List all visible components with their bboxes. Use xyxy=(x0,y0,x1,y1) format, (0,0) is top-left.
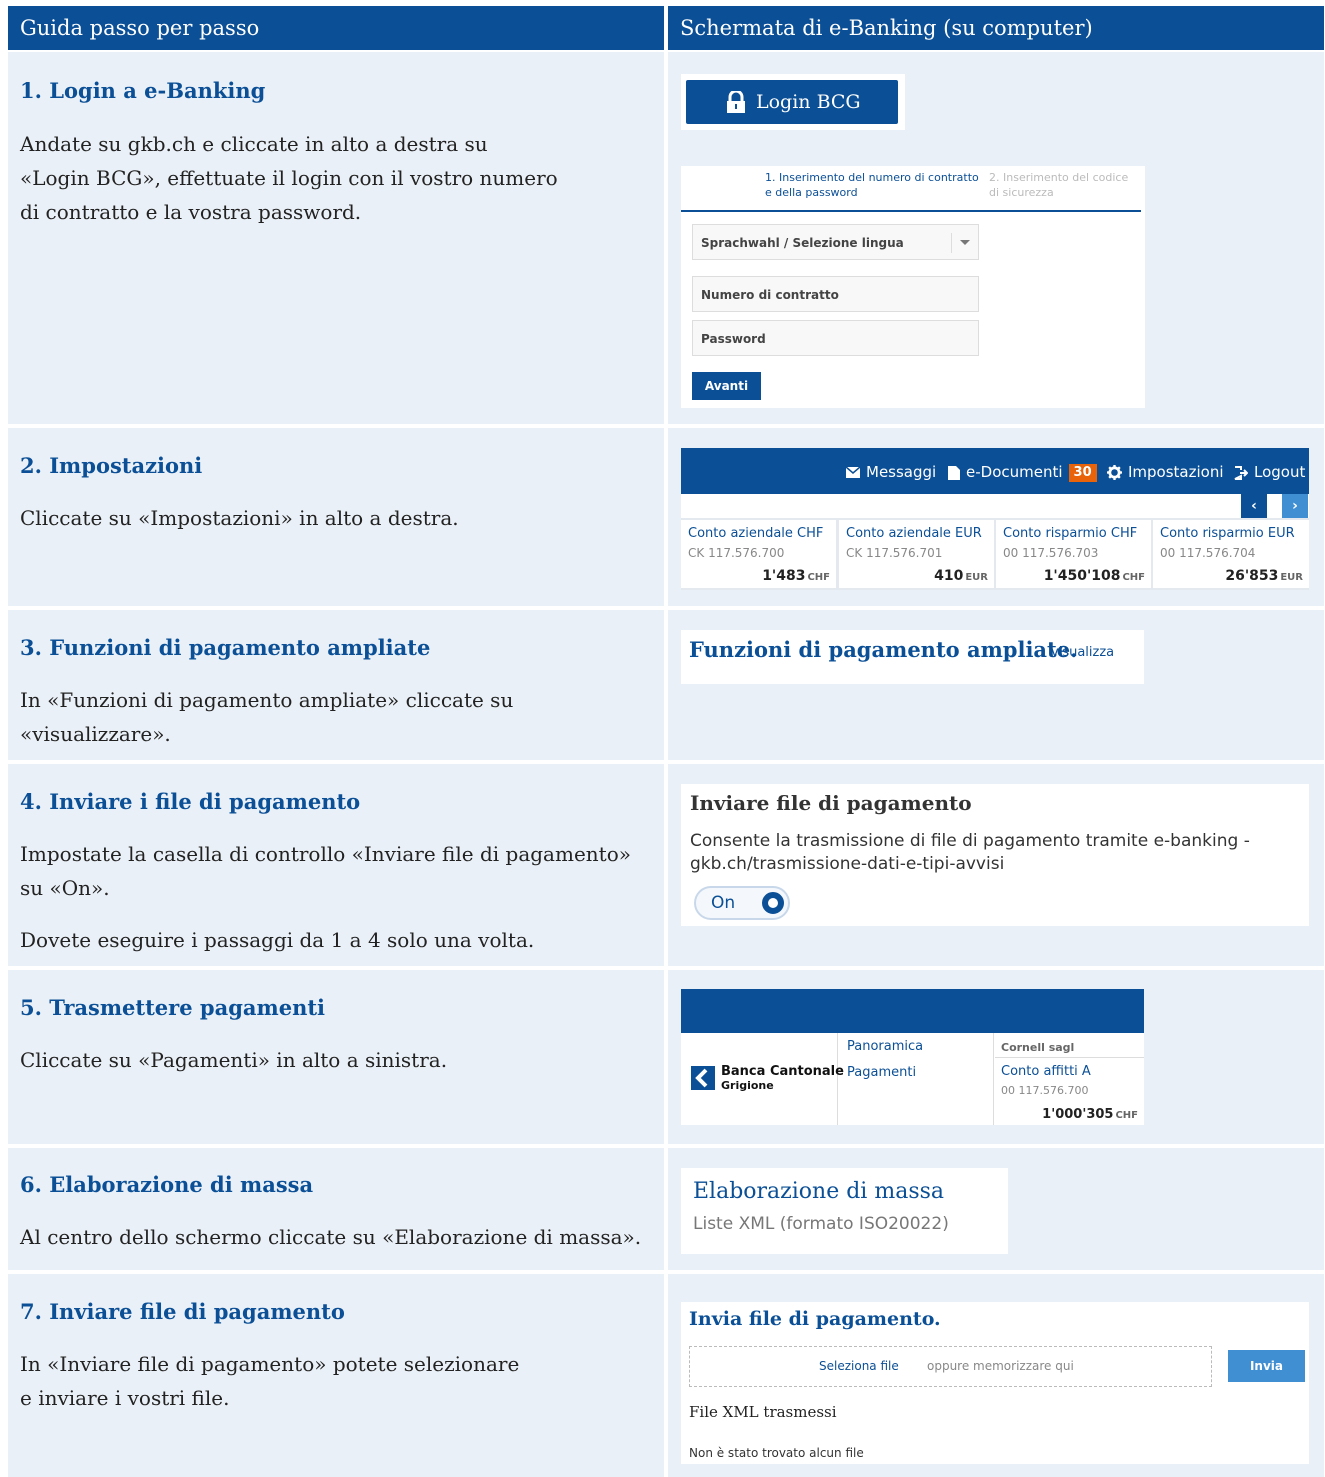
step-row-4: 4. Inviare i file di pagamento Impostate… xyxy=(8,764,1324,966)
step-screen-cell: Login BCG 1. Inserimento del numero di c… xyxy=(668,52,1324,424)
account-card[interactable]: Conto aziendale EUR CK 117.576.701 410 EU… xyxy=(839,520,994,588)
login-form-screenshot: 1. Inserimento del numero di contratto e… xyxy=(681,166,1145,408)
step-guide-cell: 7. Inviare file di pagamento In «Inviare… xyxy=(8,1274,664,1477)
bulk-processing-screenshot[interactable]: Elaborazione di massa Liste XML (formato… xyxy=(681,1168,1008,1254)
login-steps-tabs: 1. Inserimento del numero di contratto e… xyxy=(681,166,1141,212)
step-text: Impostate la casella di controllo «Invia… xyxy=(20,842,631,952)
tab-security-code[interactable]: 2. Inserimento del codice di sicurezza xyxy=(989,170,1139,200)
step-text: Cliccate su «Impostazioni» in alto a des… xyxy=(20,506,459,530)
step-guide-cell: 4. Inviare i file di pagamento Impostate… xyxy=(8,764,664,966)
dashboard-screenshot: Messaggi e-Documenti 30 Impostazioni Logo… xyxy=(681,448,1309,590)
top-bar xyxy=(681,989,1144,1033)
carousel-prev-button[interactable]: ‹ xyxy=(1241,494,1267,518)
step-title: 2. Impostazioni xyxy=(20,453,203,478)
upload-files-screenshot: Invia file di pagamento. Seleziona file … xyxy=(681,1302,1309,1464)
step-title: 4. Inviare i file di pagamento xyxy=(20,789,361,814)
step-title: 5. Trasmettere pagamenti xyxy=(20,995,326,1020)
column-header-screen: Schermata di e-Banking (su computer) xyxy=(668,6,1324,50)
step-row-1: 1. Login a e-Banking Andate su gkb.ch e … xyxy=(8,52,1324,424)
step-screen-cell: Invia file di pagamento. Seleziona file … xyxy=(668,1274,1324,1477)
bulk-processing-subtitle: Liste XML (formato ISO20022) xyxy=(693,1214,949,1234)
language-select[interactable]: Sprachwahl / Selezione lingua xyxy=(692,224,979,260)
account-card[interactable]: Conto risparmio CHF 00 117.576.703 1'450… xyxy=(996,520,1151,588)
step-title: 3. Funzioni di pagamento ampliate xyxy=(20,635,431,660)
send-button[interactable]: Invia xyxy=(1228,1350,1305,1382)
step-row-7: 7. Inviare file di pagamento In «Inviare… xyxy=(8,1274,1324,1477)
setting-description: Consente la trasmissione di file di paga… xyxy=(690,831,1250,874)
step-guide-cell: 5. Trasmettere pagamenti Cliccate su «Pa… xyxy=(8,970,664,1144)
nav-item-pagamenti[interactable]: Pagamenti xyxy=(847,1065,916,1080)
lock-icon xyxy=(727,91,745,113)
logout-icon xyxy=(1234,465,1249,480)
step-row-3: 3. Funzioni di pagamento ampliate In «Fu… xyxy=(8,610,1324,760)
envelope-icon xyxy=(845,466,861,478)
select-file-link[interactable]: Seleziona file xyxy=(819,1359,899,1373)
step-guide-cell: 3. Funzioni di pagamento ampliate In «Fu… xyxy=(8,610,664,760)
main-nav: Panoramica Pagamenti xyxy=(839,1033,994,1125)
tab-contract-password[interactable]: 1. Inserimento del numero di contratto e… xyxy=(765,170,985,200)
step-title: 7. Inviare file di pagamento xyxy=(20,1299,345,1324)
setting-heading: Inviare file di pagamento xyxy=(690,791,972,815)
upload-heading: Invia file di pagamento. xyxy=(689,1308,941,1330)
send-files-setting-screenshot: Inviare file di pagamento Consente la tr… xyxy=(681,784,1309,926)
step-row-6: 6. Elaborazione di massa Al centro dello… xyxy=(8,1148,1324,1270)
step-text: In «Funzioni di pagamento ampliate» clic… xyxy=(20,688,514,746)
step-guide-cell: 2. Impostazioni Cliccate su «Impostazion… xyxy=(8,428,664,606)
carousel-next-button[interactable]: › xyxy=(1282,494,1308,518)
login-button-screenshot: Login BCG xyxy=(681,74,905,130)
step-title: 6. Elaborazione di massa xyxy=(20,1172,314,1197)
drop-hint: oppure memorizzare qui xyxy=(927,1359,1074,1373)
account-carousel-controls: ‹ › xyxy=(681,494,1309,518)
chevron-down-icon xyxy=(960,240,970,245)
step-screen-cell: Messaggi e-Documenti 30 Impostazioni Logo… xyxy=(668,428,1324,606)
account-card[interactable]: Conto risparmio EUR 00 117.576.704 26'85… xyxy=(1153,520,1309,588)
step-text: Al centro dello schermo cliccate su «Ela… xyxy=(20,1225,642,1249)
send-files-toggle[interactable]: On xyxy=(694,886,790,920)
visualizza-link[interactable]: visualizza xyxy=(1051,645,1114,660)
step-screen-cell: Banca Cantonale Grigione Panoramica Paga… xyxy=(668,970,1324,1144)
file-drop-zone[interactable]: Seleziona file oppure memorizzare qui xyxy=(689,1346,1212,1387)
transmitted-files-heading: File XML trasmessi xyxy=(689,1403,837,1421)
step-guide-cell: 6. Elaborazione di massa Al centro dello… xyxy=(8,1148,664,1270)
step-text: Andate su gkb.ch e cliccate in alto a de… xyxy=(20,132,558,224)
step-title: 1. Login a e-Banking xyxy=(20,78,266,103)
settings-link[interactable]: Impostazioni xyxy=(1107,448,1224,496)
payments-nav-screenshot: Banca Cantonale Grigione Panoramica Paga… xyxy=(681,989,1144,1125)
account-summary[interactable]: Cornell sagl Conto affitti A 00 117.576.… xyxy=(995,1033,1144,1125)
step-text: In «Inviare file di pagamento» potete se… xyxy=(20,1352,520,1410)
step-screen-cell: Elaborazione di massa Liste XML (formato… xyxy=(668,1148,1324,1270)
nav-item-panoramica[interactable]: Panoramica xyxy=(847,1039,923,1054)
avanti-button[interactable]: Avanti xyxy=(692,372,761,400)
gear-icon xyxy=(1107,465,1122,480)
payment-functions-screenshot: Funzioni di pagamento ampliate. visualiz… xyxy=(681,630,1144,684)
step-row-5: 5. Trasmettere pagamenti Cliccate su «Pa… xyxy=(8,970,1324,1144)
messages-link[interactable]: Messaggi xyxy=(845,448,936,496)
section-heading: Funzioni di pagamento ampliate. xyxy=(689,637,1078,662)
bank-logo: Banca Cantonale Grigione xyxy=(681,1033,844,1125)
step-guide-cell: 1. Login a e-Banking Andate su gkb.ch e … xyxy=(8,52,664,424)
contract-number-field[interactable]: Numero di contratto xyxy=(692,276,979,312)
toggle-knob xyxy=(762,892,784,914)
step-screen-cell: Funzioni di pagamento ampliate. visualiz… xyxy=(668,610,1324,760)
bulk-processing-link[interactable]: Elaborazione di massa xyxy=(693,1179,944,1204)
logout-link[interactable]: Logout xyxy=(1234,448,1305,496)
login-bcg-button[interactable]: Login BCG xyxy=(686,80,898,124)
column-header-guide: Guida passo per passo xyxy=(8,6,664,50)
documents-count-badge: 30 xyxy=(1068,463,1097,482)
empty-state-text: Non è stato trovato alcun file xyxy=(689,1446,864,1460)
document-icon xyxy=(948,465,960,480)
gkb-logo-icon xyxy=(691,1066,715,1090)
account-card[interactable]: Conto aziendale CHF CK 117.576.700 1'483… xyxy=(681,520,836,588)
step-screen-cell: Inviare file di pagamento Consente la tr… xyxy=(668,764,1324,966)
step-row-2: 2. Impostazioni Cliccate su «Impostazion… xyxy=(8,428,1324,606)
step-text: Cliccate su «Pagamenti» in alto a sinist… xyxy=(20,1048,448,1072)
top-navbar: Messaggi e-Documenti 30 Impostazioni Logo… xyxy=(681,448,1309,494)
password-field[interactable]: Password xyxy=(692,320,979,356)
e-documents-link[interactable]: e-Documenti 30 xyxy=(948,448,1097,496)
